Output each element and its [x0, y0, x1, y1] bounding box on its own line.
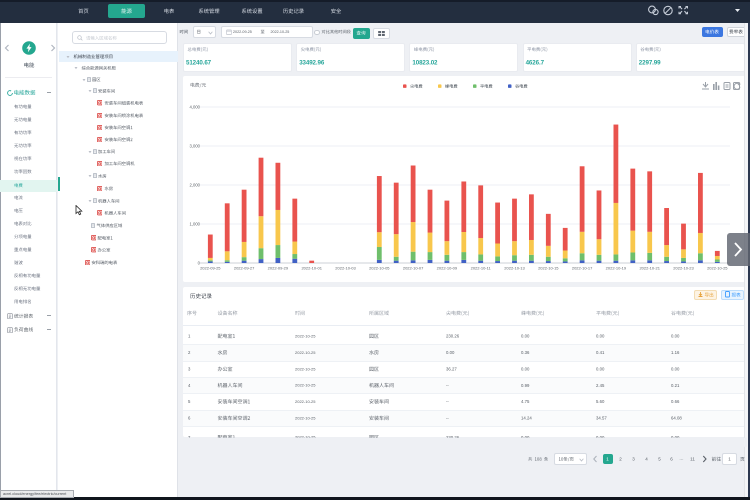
svg-text:6: 6: [670, 457, 673, 462]
svg-text:2: 2: [619, 457, 622, 462]
svg-text:11: 11: [690, 457, 695, 462]
svg-text:...: ...: [679, 456, 683, 462]
svg-text:4: 4: [645, 457, 648, 462]
svg-text:5: 5: [658, 457, 661, 462]
svg-text:3: 3: [632, 457, 635, 462]
